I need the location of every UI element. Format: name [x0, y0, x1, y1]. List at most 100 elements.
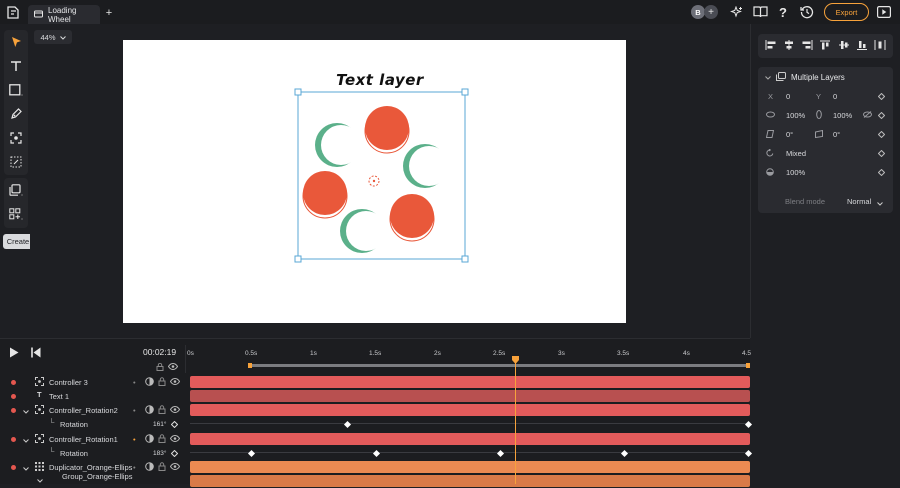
loading-wheel-artwork[interactable] [292, 88, 472, 264]
visibility-all-icon[interactable] [167, 362, 179, 372]
chevron-down-icon [59, 33, 66, 42]
unlink-icon[interactable] [863, 111, 872, 120]
layer-name: Controller 3 [49, 377, 88, 387]
keyframe-diamond-icon[interactable] [170, 420, 179, 430]
group-tool[interactable] [4, 150, 28, 174]
layer-row[interactable]: Group_Orange-Ellips [0, 472, 183, 488]
track-bar[interactable] [190, 376, 750, 388]
text-icon [11, 61, 21, 71]
layer-row[interactable]: Controller_Rotation1 • [0, 432, 183, 446]
layer-color-dot [11, 464, 16, 470]
x-input[interactable]: 0 [786, 92, 790, 101]
property-row[interactable]: └ Rotation 161° [0, 417, 183, 431]
app-logo-icon[interactable] [6, 5, 20, 19]
magic-sparkle-icon[interactable] [729, 5, 743, 19]
chevron-down-icon[interactable] [23, 464, 29, 473]
preview-play-icon[interactable] [876, 5, 891, 19]
grid-plus-icon [9, 208, 23, 220]
blend-icon[interactable] [145, 434, 154, 445]
keyframe-diamond-icon[interactable] [877, 130, 886, 140]
eye-icon[interactable] [169, 405, 181, 415]
eye-icon[interactable] [169, 377, 181, 387]
rectangle-icon [9, 84, 23, 96]
keyframe-diamond-icon[interactable] [877, 149, 886, 159]
shape-tool[interactable] [4, 78, 28, 102]
scale-height-input[interactable]: 100% [833, 111, 852, 120]
keyframe-diamond-icon[interactable] [877, 92, 886, 102]
align-bottom-icon[interactable] [856, 40, 868, 52]
tick-label: 2s [434, 350, 441, 357]
y-input[interactable]: 0 [833, 92, 837, 101]
chevron-down-icon[interactable] [23, 407, 29, 416]
property-value[interactable]: 161° [153, 421, 166, 428]
blend-icon[interactable] [145, 377, 154, 388]
align-top-icon[interactable] [819, 40, 831, 52]
tick-label: 4.5 [742, 350, 752, 357]
book-icon[interactable] [752, 5, 768, 19]
avatar[interactable]: B [691, 5, 705, 19]
eye-icon[interactable] [169, 434, 181, 444]
section-header[interactable]: Multiple Layers [758, 68, 893, 86]
lock-icon[interactable] [158, 462, 166, 473]
property-row[interactable]: └ Rotation 183° [0, 446, 183, 460]
align-middle-v-icon[interactable] [838, 40, 850, 52]
eye-icon[interactable] [169, 462, 181, 472]
chevron-down-icon[interactable] [23, 436, 29, 445]
controller-tool[interactable] [4, 126, 28, 150]
blend-icon[interactable] [145, 405, 154, 416]
blend-mode-select[interactable]: Normal [847, 197, 871, 206]
text-tool[interactable] [4, 54, 28, 78]
keyframe-diamond-icon[interactable] [877, 168, 886, 178]
layer-row[interactable]: Controller_Rotation2 • [0, 403, 183, 417]
property-value[interactable]: 183° [153, 450, 166, 457]
align-center-h-icon[interactable] [783, 40, 795, 52]
track-bar[interactable] [190, 475, 750, 487]
chevron-down-icon [765, 73, 771, 82]
opacity-input[interactable]: 100% [786, 168, 805, 177]
track-bar[interactable] [190, 390, 750, 402]
skip-to-start-icon[interactable] [31, 347, 41, 360]
skew-b-input[interactable]: 0° [833, 130, 840, 139]
lock-icon[interactable] [158, 377, 166, 388]
help-icon[interactable]: ? [776, 4, 790, 20]
tab-loading-wheel[interactable]: Loading Wheel [28, 5, 100, 24]
pivot-point-icon[interactable] [368, 175, 380, 187]
work-area-bar[interactable] [249, 364, 749, 367]
layer-row[interactable]: T Text 1 [0, 389, 183, 403]
scene-tool[interactable] [4, 202, 28, 226]
blend-mode-label: Blend mode [785, 196, 826, 206]
history-icon[interactable] [799, 4, 815, 20]
align-left-icon[interactable] [765, 40, 777, 52]
rotation-input[interactable]: Mixed [786, 149, 806, 158]
play-icon[interactable] [9, 347, 19, 360]
layers-tool[interactable] [4, 178, 28, 202]
orange-circle [389, 194, 435, 242]
select-tool[interactable] [4, 30, 28, 54]
add-collaborator-icon[interactable]: + [704, 5, 718, 19]
playhead-handle[interactable] [512, 356, 519, 366]
export-button[interactable]: Export [824, 3, 869, 21]
blend-icon[interactable] [145, 462, 154, 473]
track-bar[interactable] [190, 433, 750, 445]
work-area-start-handle[interactable] [248, 363, 252, 368]
rotation-icon [766, 148, 774, 159]
lock-all-icon[interactable] [156, 362, 164, 373]
pen-tool[interactable] [4, 102, 28, 126]
layer-row[interactable]: Controller 3 • [0, 375, 183, 389]
skew-a-input[interactable]: 0° [786, 130, 793, 139]
align-right-icon[interactable] [801, 40, 813, 52]
zoom-dropdown[interactable]: 44% [34, 30, 72, 44]
work-area-end-handle[interactable] [746, 363, 750, 368]
timeline-ruler[interactable]: 0s 0.5s 1s 1.5s 2s 2.5s 3s 3.5s 4s 4.5 [185, 345, 752, 373]
keyframe-diamond-icon[interactable] [170, 449, 179, 459]
distribute-horizontal-icon[interactable] [874, 40, 886, 52]
track-bar[interactable] [190, 404, 750, 416]
lock-icon[interactable] [158, 434, 166, 445]
keyframe-diamond-icon[interactable] [877, 111, 886, 121]
multiple-layers-section: Multiple Layers X 0 Y 0 100% 100% 0° 0° … [758, 67, 893, 213]
lock-icon[interactable] [158, 405, 166, 416]
scale-width-input[interactable]: 100% [786, 111, 805, 120]
track-bar[interactable] [190, 461, 750, 473]
add-tab-icon[interactable]: + [104, 7, 114, 19]
tick-label: 4s [683, 350, 690, 357]
